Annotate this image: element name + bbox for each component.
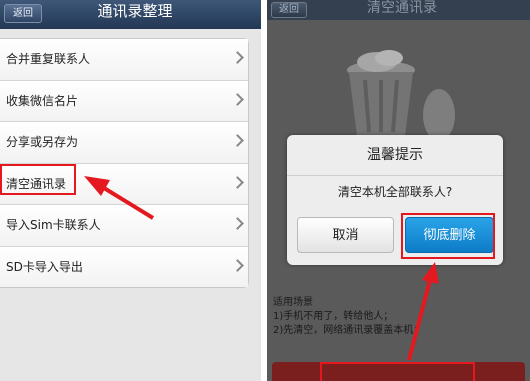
annotation-arrow: [84, 176, 155, 220]
annotation-arrow: [407, 262, 439, 361]
right-screen: 返回 清空通讯录 温馨提示 清空本机全部联系人? 取消 彻底删除 适用场景 1)…: [267, 0, 530, 381]
left-screen: 返回 通讯录整理 合并重复联系人 收集微信名片 分享或另存为 清空通讯录 导入S…: [0, 0, 261, 381]
